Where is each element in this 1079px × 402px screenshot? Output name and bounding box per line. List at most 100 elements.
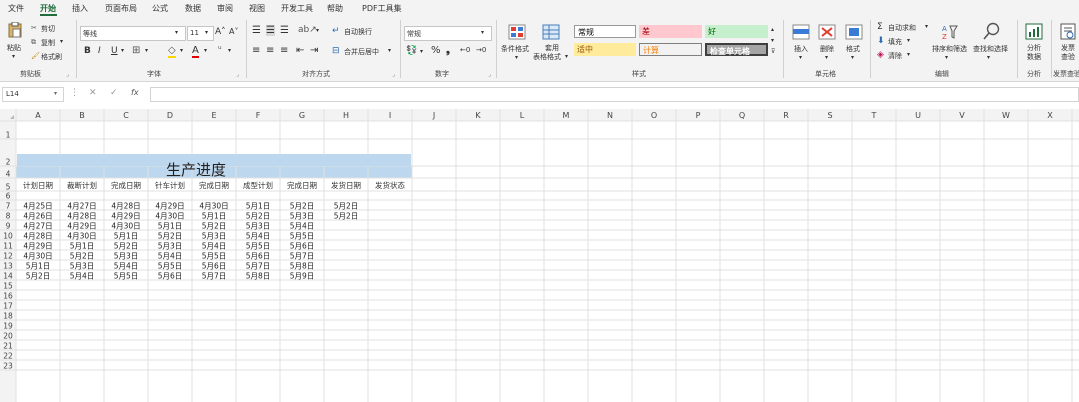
insert-cells-icon[interactable]	[792, 24, 810, 40]
table-header-cell[interactable]: 完成日期	[287, 180, 317, 190]
confirm-icon[interactable]: ✓	[110, 88, 118, 98]
table-format-dropdown-icon[interactable]: ▾	[565, 53, 568, 60]
phonetic-icon[interactable]: ᵘ	[218, 45, 222, 55]
table-cell[interactable]: 5月3日	[202, 232, 227, 241]
table-cell[interactable]: 5月8日	[290, 262, 315, 271]
table-format-label-2[interactable]: 表格格式	[533, 52, 561, 62]
copy-button[interactable]: 复制	[41, 38, 55, 48]
name-box[interactable]: L14 ▾	[2, 87, 64, 102]
table-cell[interactable]: 5月6日	[246, 252, 271, 261]
menu-data[interactable]: 数据	[185, 3, 201, 14]
table-cell[interactable]: 5月4日	[246, 232, 271, 241]
sort-filter-icon[interactable]: AZ	[942, 23, 958, 41]
analyze-data-icon[interactable]	[1025, 23, 1043, 40]
table-cell[interactable]: 4月27日	[67, 202, 96, 211]
table-format-icon[interactable]	[542, 24, 560, 40]
row-header[interactable]: 4	[6, 170, 11, 179]
autosum-button[interactable]: 自动求和	[888, 23, 916, 33]
currency-icon[interactable]: 💱	[406, 46, 417, 56]
orientation-dropdown-icon[interactable]: ▾	[316, 27, 319, 34]
menu-home[interactable]: 开始	[40, 3, 56, 14]
align-right-icon[interactable]: ≡	[280, 45, 288, 56]
format-cells-button[interactable]: 格式	[846, 44, 860, 54]
table-cell[interactable]: 5月8日	[246, 272, 271, 281]
table-header-cell[interactable]: 完成日期	[111, 180, 141, 190]
menu-file[interactable]: 文件	[8, 3, 24, 14]
table-cell[interactable]: 4月26日	[23, 212, 52, 221]
table-cell[interactable]: 4月30日	[23, 252, 52, 261]
row-header[interactable]: 22	[3, 352, 13, 361]
invoice-check-label-2[interactable]: 查验	[1061, 52, 1075, 62]
table-cell[interactable]: 5月6日	[158, 272, 183, 281]
table-cell[interactable]: 5月2日	[246, 212, 271, 221]
insert-cells-button[interactable]: 插入	[794, 44, 808, 54]
cut-icon[interactable]: ✂	[31, 24, 37, 32]
cut-button[interactable]: 剪切	[41, 24, 55, 34]
merge-center-button[interactable]: 合并后居中	[344, 47, 379, 57]
row-header[interactable]: 8	[6, 212, 11, 221]
table-cell[interactable]: 5月4日	[158, 252, 183, 261]
row-header[interactable]: 7	[6, 202, 11, 211]
copy-dropdown-icon[interactable]: ▾	[60, 38, 63, 45]
table-header-cell[interactable]: 针车计划	[155, 180, 185, 190]
currency-dropdown-icon[interactable]: ▾	[420, 48, 423, 55]
styles-scroll-down-icon[interactable]: ▾	[771, 37, 774, 44]
column-header[interactable]: P	[696, 111, 701, 120]
row-header[interactable]: 9	[6, 222, 11, 231]
align-center-icon[interactable]: ≡	[266, 45, 274, 56]
table-cell[interactable]: 5月1日	[26, 262, 51, 271]
menu-insert[interactable]: 插入	[72, 3, 88, 14]
font-color-icon[interactable]: A	[192, 45, 199, 58]
table-cell[interactable]: 5月4日	[202, 242, 227, 251]
column-header[interactable]: S	[827, 111, 832, 120]
format-dropdown-icon[interactable]: ▾	[851, 54, 854, 61]
column-header[interactable]: Q	[739, 111, 745, 120]
fill-button[interactable]: 填充	[888, 37, 902, 47]
fill-icon[interactable]: ⬇	[877, 36, 885, 46]
decrease-indent-icon[interactable]: ⇤	[296, 45, 304, 56]
column-header[interactable]: M	[563, 111, 570, 120]
dialog-launcher-icon[interactable]: ⌟	[488, 71, 491, 78]
fill-color-dropdown-icon[interactable]: ▾	[180, 47, 183, 54]
column-header[interactable]: X	[1047, 111, 1053, 120]
table-cell[interactable]: 5月7日	[202, 272, 227, 281]
dialog-launcher-icon[interactable]: ⌟	[392, 71, 395, 78]
column-header[interactable]: T	[871, 111, 877, 120]
delete-cells-icon[interactable]	[818, 24, 836, 40]
search-icon[interactable]	[983, 22, 1001, 40]
table-cell[interactable]: 4月27日	[23, 222, 52, 231]
table-header-cell[interactable]: 发货日期	[331, 180, 361, 190]
table-cell[interactable]: 5月4日	[114, 262, 139, 271]
table-cell[interactable]: 5月7日	[290, 252, 315, 261]
autosum-icon[interactable]: Σ	[877, 22, 883, 32]
style-good[interactable]: 好	[705, 25, 768, 38]
table-cell[interactable]: 4月28日	[23, 232, 52, 241]
table-cell[interactable]: 5月4日	[70, 272, 95, 281]
wrap-text-icon[interactable]: ↵	[332, 26, 340, 36]
orientation-icon[interactable]: ab↗	[298, 25, 317, 35]
format-painter-button[interactable]: 格式刷	[41, 52, 62, 62]
row-header[interactable]: 14	[3, 272, 13, 281]
align-left-icon[interactable]: ≡	[252, 45, 260, 56]
row-header[interactable]: 15	[3, 282, 13, 291]
menu-page-layout[interactable]: 页面布局	[105, 3, 137, 14]
column-header[interactable]: I	[389, 111, 391, 120]
row-header[interactable]: 11	[3, 242, 13, 251]
column-header[interactable]: V	[959, 111, 965, 120]
table-cell[interactable]: 4月30日	[155, 212, 184, 221]
style-neutral[interactable]: 适中	[574, 43, 636, 56]
column-header[interactable]: O	[651, 111, 657, 120]
worksheet-grid[interactable]: A B C D E F G H I J K L M N O P Q R S T U V W X1245678910111213…	[0, 109, 1079, 402]
column-header[interactable]: E	[211, 111, 216, 120]
row-header[interactable]: 2	[6, 158, 11, 167]
clear-dropdown-icon[interactable]: ▾	[907, 51, 910, 58]
table-header-cell[interactable]: 裁断计划	[67, 180, 97, 190]
table-cell[interactable]: 5月5日	[290, 232, 315, 241]
column-header[interactable]: U	[915, 111, 921, 120]
table-cell[interactable]: 5月2日	[26, 272, 51, 281]
table-cell[interactable]: 5月2日	[334, 202, 359, 211]
row-header[interactable]: 1	[6, 131, 11, 140]
increase-decimal-icon[interactable]: ←0	[460, 46, 470, 54]
style-check-cell[interactable]: 检查单元格	[705, 43, 768, 56]
merge-dropdown-icon[interactable]: ▾	[388, 47, 391, 54]
